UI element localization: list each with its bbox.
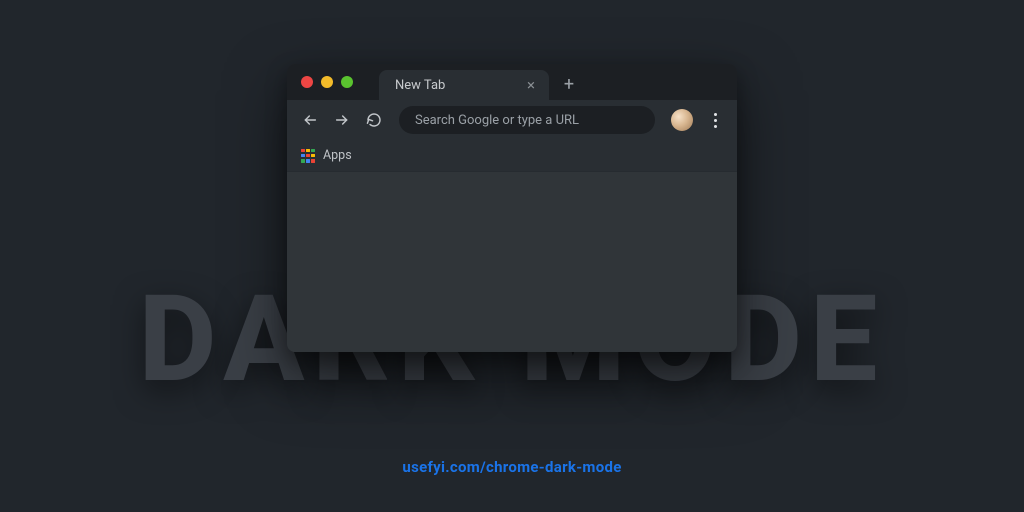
apps-label: Apps bbox=[323, 148, 352, 163]
apps-shortcut[interactable]: Apps bbox=[301, 148, 352, 163]
reload-icon bbox=[366, 112, 382, 128]
menu-button[interactable] bbox=[703, 108, 727, 132]
close-tab-icon[interactable]: × bbox=[525, 78, 537, 93]
maximize-window-icon[interactable] bbox=[341, 76, 353, 88]
address-bar-placeholder: Search Google or type a URL bbox=[415, 113, 579, 128]
arrow-right-icon bbox=[334, 112, 350, 128]
kebab-dot-icon bbox=[714, 113, 717, 116]
browser-tab[interactable]: New Tab × bbox=[379, 70, 549, 100]
window-controls bbox=[301, 76, 353, 88]
page-content bbox=[287, 172, 737, 352]
kebab-dot-icon bbox=[714, 119, 717, 122]
tab-title: New Tab bbox=[395, 78, 525, 93]
close-window-icon[interactable] bbox=[301, 76, 313, 88]
browser-window: New Tab × + Search Google or type a URL bbox=[287, 64, 737, 352]
toolbar: Search Google or type a URL bbox=[287, 100, 737, 140]
minimize-window-icon[interactable] bbox=[321, 76, 333, 88]
arrow-left-icon bbox=[302, 112, 318, 128]
plus-icon: + bbox=[564, 74, 574, 95]
bookmarks-bar: Apps bbox=[287, 140, 737, 172]
apps-grid-icon bbox=[301, 149, 315, 163]
footer-link[interactable]: usefyi.com/chrome-dark-mode bbox=[402, 458, 621, 476]
profile-avatar[interactable] bbox=[671, 109, 693, 131]
new-tab-button[interactable]: + bbox=[555, 70, 583, 98]
back-button[interactable] bbox=[297, 107, 323, 133]
address-bar[interactable]: Search Google or type a URL bbox=[399, 106, 655, 134]
kebab-dot-icon bbox=[714, 125, 717, 128]
forward-button[interactable] bbox=[329, 107, 355, 133]
titlebar: New Tab × + bbox=[287, 64, 737, 100]
reload-button[interactable] bbox=[361, 107, 387, 133]
